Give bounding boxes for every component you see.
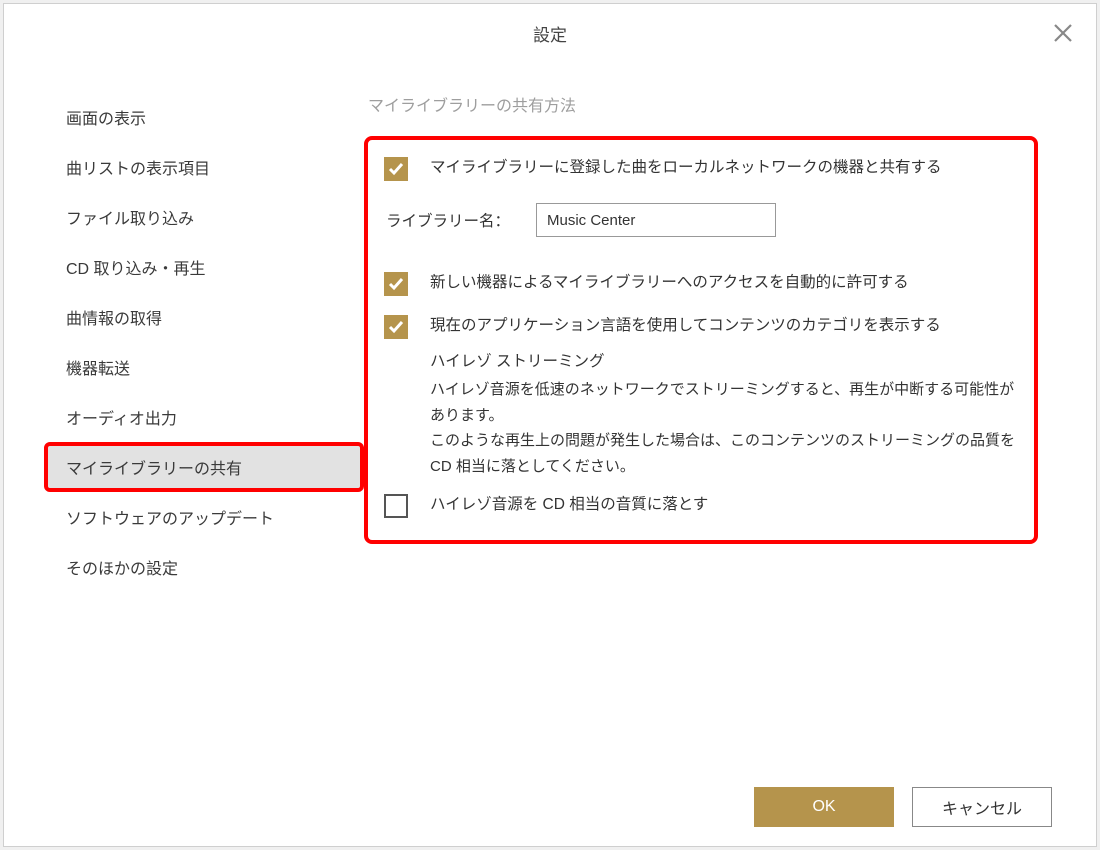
sidebar-item-label: ソフトウェアのアップデート	[66, 505, 274, 529]
sidebar-item-label: 画面の表示	[66, 105, 146, 129]
dialog-footer: OK キャンセル	[4, 768, 1096, 846]
dialog-body: 画面の表示 曲リストの表示項目 ファイル取り込み CD 取り込み・再生 曲情報の…	[4, 62, 1096, 768]
sidebar-item-song-info[interactable]: 曲情報の取得	[44, 292, 364, 342]
downgrade-label: ハイレゾ音源を CD 相当の音質に落とす	[430, 493, 1018, 517]
auto-allow-checkbox[interactable]	[384, 272, 408, 296]
section-title: マイライブラリーの共有方法	[368, 92, 1038, 116]
sharing-panel: マイライブラリーに登録した曲をローカルネットワークの機器と共有する ライブラリー…	[364, 136, 1038, 544]
hires-description: ハイレゾ音源を低速のネットワークでストリーミングすると、再生が中断する可能性があ…	[430, 377, 1018, 479]
settings-sidebar: 画面の表示 曲リストの表示項目 ファイル取り込み CD 取り込み・再生 曲情報の…	[4, 92, 364, 768]
close-icon	[1053, 23, 1073, 43]
sidebar-item-software-update[interactable]: ソフトウェアのアップデート	[44, 492, 364, 542]
category-lang-checkbox[interactable]	[384, 315, 408, 339]
auto-allow-label: 新しい機器によるマイライブラリーへのアクセスを自動的に許可する	[430, 271, 1018, 295]
sidebar-list: 画面の表示 曲リストの表示項目 ファイル取り込み CD 取り込み・再生 曲情報の…	[44, 92, 364, 592]
sidebar-item-device-transfer[interactable]: 機器転送	[44, 342, 364, 392]
category-lang-label: 現在のアプリケーション言語を使用してコンテンツのカテゴリを表示する	[430, 314, 1018, 338]
sidebar-item-label: オーディオ出力	[66, 405, 177, 429]
ok-button[interactable]: OK	[754, 787, 894, 827]
sidebar-item-file-import[interactable]: ファイル取り込み	[44, 192, 364, 242]
cancel-button[interactable]: キャンセル	[912, 787, 1052, 827]
sidebar-item-label: 機器転送	[66, 355, 130, 379]
share-checkbox-label: マイライブラリーに登録した曲をローカルネットワークの機器と共有する	[430, 156, 1018, 180]
sidebar-item-label: マイライブラリーの共有	[66, 455, 242, 479]
sidebar-item-label: 曲リストの表示項目	[66, 155, 210, 179]
library-name-input[interactable]	[536, 203, 776, 237]
dialog-header: 設定	[4, 4, 1096, 62]
library-name-label: ライブラリー名：	[386, 209, 536, 231]
category-lang-row: 現在のアプリケーション言語を使用してコンテンツのカテゴリを表示する	[384, 314, 1018, 339]
share-row: マイライブラリーに登録した曲をローカルネットワークの機器と共有する	[384, 156, 1018, 181]
sidebar-item-audio-output[interactable]: オーディオ出力	[44, 392, 364, 442]
dialog-title: 設定	[533, 21, 567, 46]
check-icon	[388, 276, 404, 292]
sidebar-item-label: ファイル取り込み	[66, 205, 194, 229]
close-button[interactable]	[1048, 18, 1078, 48]
sidebar-item-label: 曲情報の取得	[66, 305, 162, 329]
sidebar-item-list-columns[interactable]: 曲リストの表示項目	[44, 142, 364, 192]
check-icon	[388, 319, 404, 335]
share-checkbox[interactable]	[384, 157, 408, 181]
library-name-row: ライブラリー名：	[386, 203, 1018, 237]
sidebar-item-cd-import-play[interactable]: CD 取り込み・再生	[44, 242, 364, 292]
hires-heading: ハイレゾ ストリーミング	[430, 349, 1018, 371]
sidebar-item-other-settings[interactable]: そのほかの設定	[44, 542, 364, 592]
sidebar-item-library-sharing[interactable]: マイライブラリーの共有	[44, 442, 364, 492]
sidebar-item-display[interactable]: 画面の表示	[44, 92, 364, 142]
sidebar-item-label: CD 取り込み・再生	[66, 255, 206, 279]
downgrade-checkbox[interactable]	[384, 494, 408, 518]
downgrade-row: ハイレゾ音源を CD 相当の音質に落とす	[384, 493, 1018, 518]
settings-content: マイライブラリーの共有方法 マイライブラリーに登録した曲をローカルネットワークの…	[364, 92, 1096, 768]
auto-allow-row: 新しい機器によるマイライブラリーへのアクセスを自動的に許可する	[384, 271, 1018, 296]
sidebar-item-label: そのほかの設定	[66, 555, 178, 579]
settings-dialog: 設定 画面の表示 曲リストの表示項目 ファイル取り込み CD 取り込み・再生 曲…	[3, 3, 1097, 847]
check-icon	[388, 161, 404, 177]
